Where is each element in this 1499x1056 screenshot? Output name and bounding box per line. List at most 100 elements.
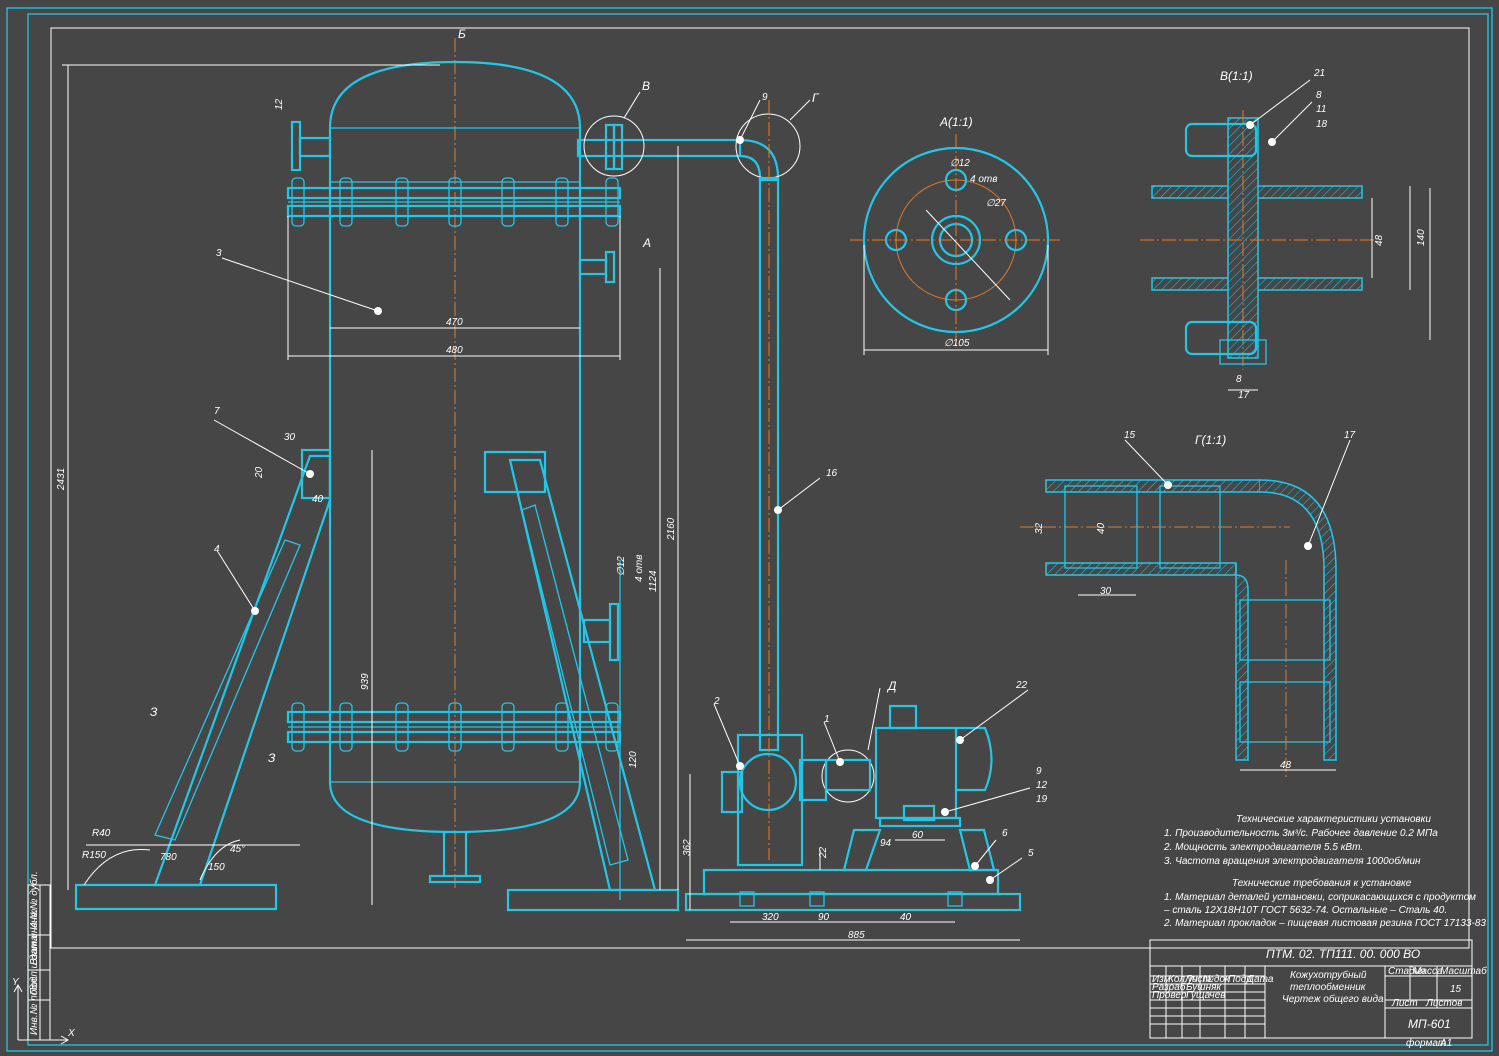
callout-17: 17: [1344, 430, 1356, 441]
leader-dots: [251, 121, 1312, 884]
tb-org: МП-601: [1408, 1017, 1451, 1031]
callout-6: 6: [1002, 828, 1008, 839]
mark-B: Б: [458, 27, 466, 41]
dim-w30a: 30: [284, 432, 296, 443]
callout-3: 3: [216, 248, 222, 259]
dim-w120: 120: [628, 751, 639, 768]
side-stamp: Инв.№ подл. Подп.и дата Взам.инв.№ Инв.№…: [27, 871, 51, 1041]
callout-5: 5: [1028, 848, 1034, 859]
section-V-title: В(1:1): [1220, 69, 1253, 83]
dim-d40: 40: [312, 494, 324, 505]
section-A-title: А(1:1): [939, 115, 973, 129]
callout-8: 8: [1316, 90, 1322, 101]
dim-w480: 480: [446, 345, 463, 356]
dim-h1124: 1124: [648, 570, 659, 592]
dim-h362: 362: [682, 839, 693, 856]
mark-V: В: [642, 79, 650, 93]
view-G: [1020, 479, 1337, 780]
pipeline: [576, 100, 801, 860]
tb-sheets-label: Листов: [1425, 998, 1462, 1009]
dim-w470: 470: [446, 317, 463, 328]
vessel: [286, 38, 622, 890]
tb-col-date: Дата: [1246, 974, 1274, 985]
tb-row-prov-name: Гущачев: [1186, 990, 1225, 1001]
dim-d32g: 32: [1034, 522, 1045, 534]
tb-mass-label: Масса: [1413, 966, 1443, 977]
dim-w90: 90: [818, 912, 830, 923]
view-V: [1140, 110, 1431, 391]
req-item-3: 2. Материал прокладок – пищевая листовая…: [1163, 918, 1486, 929]
req-item-2: – сталь 12Х18Н10Т ГОСТ 5632-74. Остальны…: [1163, 905, 1447, 916]
mark-Z1: З: [150, 705, 158, 719]
dim-w150: 150: [208, 862, 225, 873]
title-block: ПТМ. 02. ТП111. 00. 000 ВО Кожухотрубный…: [1149, 939, 1487, 1049]
tb-designation: ПТМ. 02. ТП111. 00. 000 ВО: [1266, 947, 1420, 961]
callout-16: 16: [826, 468, 838, 479]
tb-name-1: Кожухотрубный: [1290, 969, 1367, 981]
callout-9a: 9: [762, 92, 768, 103]
callout-4: 4: [214, 544, 220, 555]
dim-d12-a: ∅12: [950, 158, 970, 169]
specs-item-3: 3. Частота вращения электродвигателя 100…: [1164, 855, 1421, 867]
callout-11: 11: [1316, 104, 1326, 115]
dim-w94: 94: [880, 838, 892, 849]
tb-name-2: теплообменник: [1290, 981, 1367, 993]
tb-name-3: Чертеж общего вида: [1282, 993, 1384, 1005]
dim-h2160: 2160: [666, 517, 677, 541]
callout-7: 7: [214, 406, 220, 417]
mark-Z2: З: [268, 751, 276, 765]
req-title: Технические требования к установке: [1232, 877, 1412, 889]
specs-item-2: 2. Мощность электродвигателя 5.5 кВт.: [1163, 842, 1363, 853]
section-G-title: Г(1:1): [1195, 433, 1226, 447]
specs-item-1: 1. Производительность 3м³/с. Рабочее дав…: [1164, 827, 1438, 839]
legs: [74, 448, 680, 912]
side-stamp-4: Инв.№ дубл.: [28, 871, 40, 930]
callout-2: 2: [713, 696, 720, 707]
dim-d105: ∅105: [944, 338, 970, 349]
dim-a45: 45°: [230, 844, 245, 855]
specs-title: Технические характеристики установки: [1236, 814, 1431, 825]
dim-w17: 17: [1238, 390, 1250, 401]
tb-scale-label: Масштаб: [1440, 965, 1487, 977]
tb-row-prov: Провер: [1152, 990, 1187, 1001]
assembly-drawing: Инв.№ подл. Подп.и дата Взам.инв.№ Инв.№…: [6, 7, 1493, 1052]
dim-d48v: 48: [1374, 234, 1385, 246]
dim-w30g: 30: [1100, 586, 1112, 597]
callout-21: 21: [1313, 68, 1325, 79]
callout-22: 22: [1015, 680, 1028, 691]
dim-h939: 939: [360, 673, 371, 690]
dim-h22: 22: [818, 846, 829, 859]
mark-A: А: [642, 236, 651, 250]
dim-w320: 320: [762, 912, 779, 923]
dim-d27: ∅27: [986, 198, 1006, 209]
svg-text:X: X: [67, 1028, 75, 1039]
callout-15: 15: [1124, 430, 1136, 441]
dim-holes: 4 отв: [970, 174, 997, 185]
dim-w40: 40: [900, 912, 912, 923]
dim-r40: R40: [92, 828, 111, 839]
callout-12: 12: [1036, 780, 1048, 791]
dim-w885: 885: [848, 930, 865, 941]
dim-w8: 8: [1236, 374, 1242, 385]
dim-d40g: 40: [1096, 522, 1107, 534]
pump-unit: [684, 704, 1022, 912]
callout-1: 1: [824, 714, 830, 725]
mark-D: Д: [886, 679, 897, 693]
req-item-1: 1. Материал деталей установки, соприкаса…: [1164, 892, 1476, 903]
callout-18: 18: [1316, 119, 1328, 130]
dim-w60: 60: [912, 830, 924, 841]
dim-d88: 48: [1280, 760, 1292, 771]
dim-overall-h: 2431: [56, 468, 67, 491]
specs-notes: Технические характеристики установки 1. …: [1163, 814, 1486, 929]
tb-scale-value: 15: [1450, 984, 1462, 995]
dim-holes-v: 4 отв: [634, 555, 645, 582]
dimension-texts: ∅12 4 отв ∅27 ∅105 2431 470 480 30 40 20…: [56, 98, 1427, 941]
dim-r150: R150: [82, 850, 106, 861]
tb-sheet-label: Лист: [1391, 998, 1418, 1009]
mark-G: Г: [812, 91, 820, 105]
dim-h20: 20: [254, 466, 265, 479]
format-value: А1: [1439, 1038, 1452, 1049]
callout-19: 19: [1036, 794, 1048, 805]
dim-w780: 780: [160, 852, 177, 863]
dim-d140: 140: [1416, 229, 1427, 246]
